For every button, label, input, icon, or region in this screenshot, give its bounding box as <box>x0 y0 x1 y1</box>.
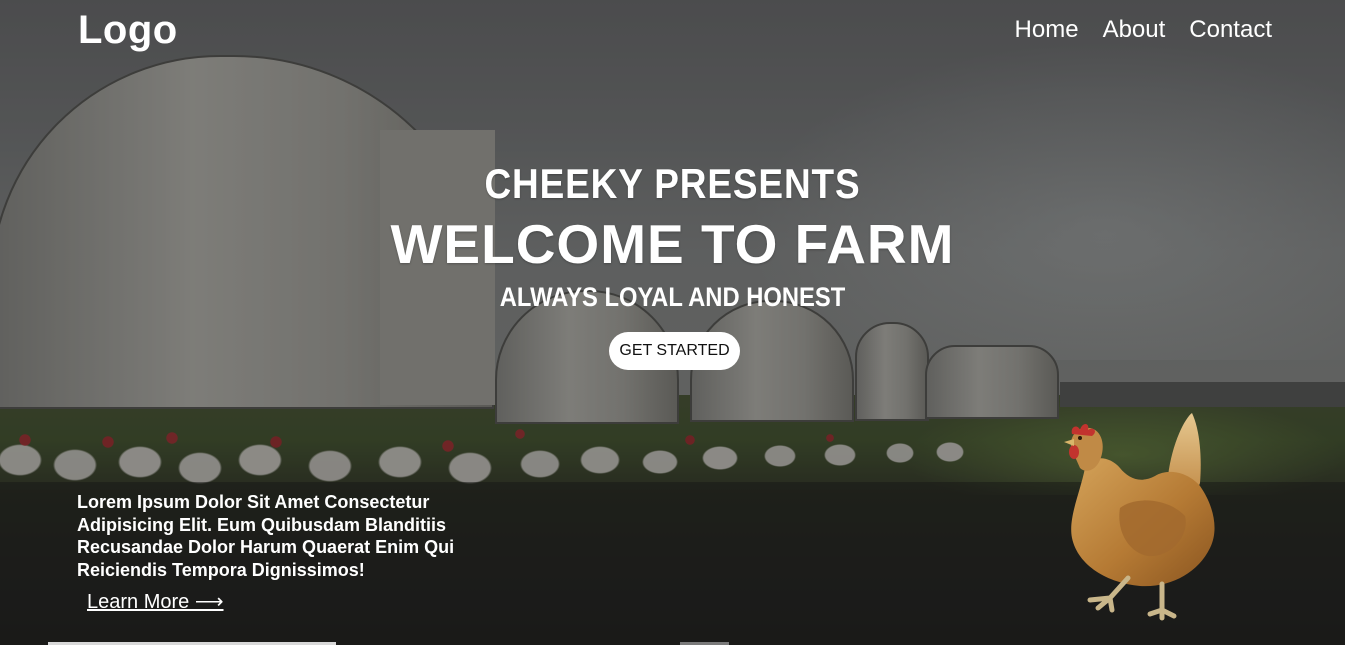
main-nav: Home About Contact <box>1015 16 1272 44</box>
get-started-button[interactable]: GET STARTED <box>609 332 740 370</box>
hero-text: CHEEKY PRESENTS WELCOME TO FARM ALWAYS L… <box>0 160 1345 313</box>
hero-presents: CHEEKY PRESENTS <box>484 160 861 207</box>
hen-image <box>1064 413 1215 621</box>
nav-home-link[interactable]: Home <box>1015 16 1079 44</box>
logo[interactable]: Logo <box>78 8 178 53</box>
nav-about-link[interactable]: About <box>1103 16 1166 44</box>
hero-title: WELCOME TO FARM <box>390 213 955 275</box>
nav-contact-link[interactable]: Contact <box>1189 16 1272 44</box>
learn-more-link[interactable]: Learn More ⟶ <box>87 589 224 614</box>
hero-tagline: ALWAYS LOYAL AND HONEST <box>499 282 846 312</box>
blurb-text: Lorem Ipsum Dolor Sit Amet Consectetur A… <box>77 492 455 580</box>
